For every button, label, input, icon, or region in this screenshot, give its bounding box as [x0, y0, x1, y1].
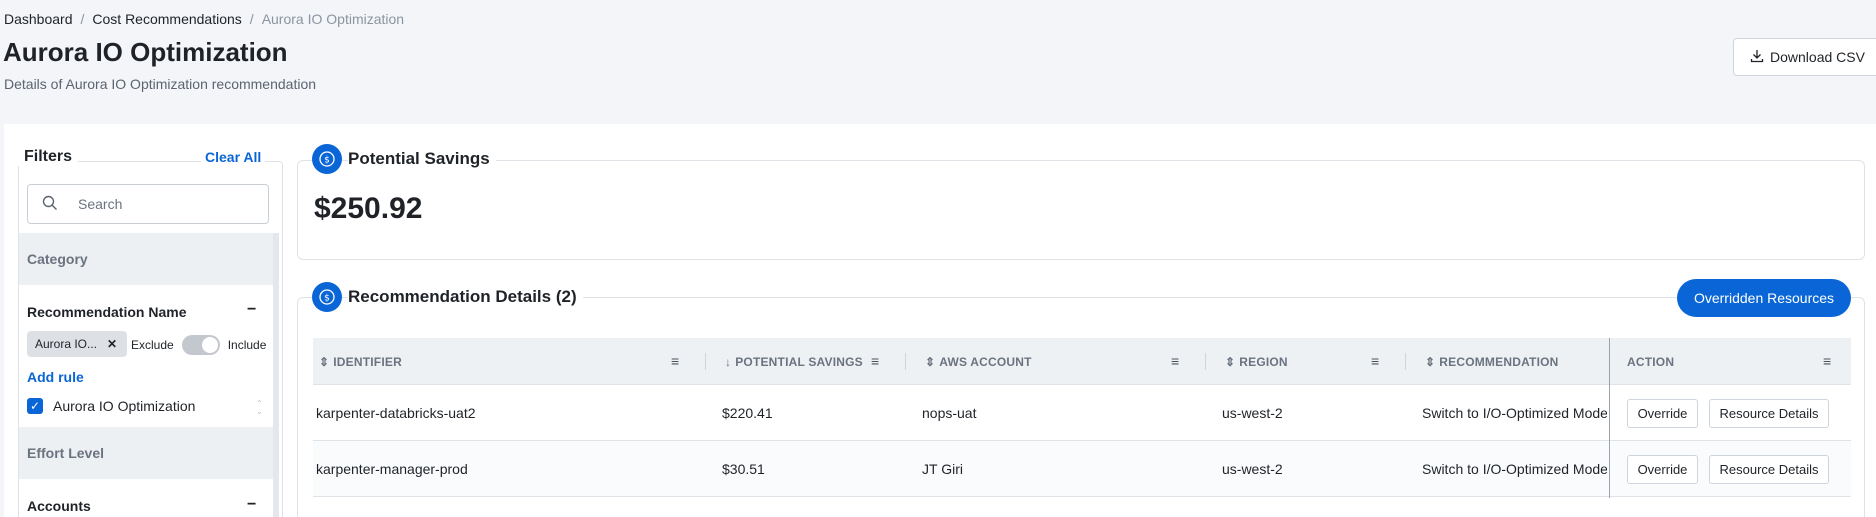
- filters-title: Filters: [18, 148, 79, 166]
- filters-scrollbar[interactable]: [273, 233, 279, 517]
- recommendation-details-title: Recommendation Details (2): [348, 287, 583, 307]
- dollar-icon: $: [312, 282, 342, 312]
- effort-level-section[interactable]: Effort Level: [19, 427, 277, 479]
- column-header-aws-account[interactable]: ⇕ AWS ACCOUNT: [925, 338, 1032, 385]
- sort-icon[interactable]: ⇕: [319, 355, 329, 369]
- column-menu-icon[interactable]: ≡: [1823, 353, 1831, 369]
- include-exclude-toggle[interactable]: [181, 335, 220, 355]
- sort-desc-icon[interactable]: ↓: [725, 355, 731, 369]
- chip-label: Aurora IO...: [35, 337, 98, 351]
- drag-handle-icon: ⌃ ⌄: [256, 399, 263, 416]
- cell-region: us-west-2: [1222, 405, 1283, 421]
- breadcrumb-separator: /: [249, 11, 254, 27]
- checkbox-checked-icon[interactable]: ✓: [27, 398, 43, 414]
- sort-icon[interactable]: ⇕: [925, 355, 935, 369]
- column-header-identifier[interactable]: ⇕ IDENTIFIER: [319, 338, 402, 385]
- download-csv-button[interactable]: Download CSV: [1733, 38, 1876, 76]
- override-button[interactable]: Override: [1627, 399, 1698, 428]
- column-header-recommendation[interactable]: ⇕ RECOMMENDATION: [1425, 338, 1559, 385]
- exclude-label: Exclude: [131, 338, 174, 352]
- table-row: karpenter-databricks-uat2 $220.41 nops-u…: [313, 385, 1851, 441]
- table-row: karpenter-manager-prod $30.51 JT Giri us…: [313, 441, 1851, 497]
- cell-potential-savings: $220.41: [722, 405, 773, 421]
- column-menu-icon[interactable]: ≡: [1371, 353, 1379, 369]
- collapse-recommendation-name-icon[interactable]: −: [247, 301, 256, 319]
- clear-all-button[interactable]: Clear All: [201, 149, 266, 165]
- include-exclude-toggle-row: Exclude Include: [131, 335, 266, 355]
- sort-icon[interactable]: ⇕: [1225, 355, 1235, 369]
- cell-aws-account: nops-uat: [922, 405, 977, 421]
- aurora-io-option-label: Aurora IO Optimization: [53, 398, 196, 414]
- breadcrumb-separator: /: [80, 11, 85, 27]
- include-label: Include: [227, 338, 267, 352]
- recommendation-name-title: Recommendation Name: [27, 304, 187, 320]
- potential-savings-card: [297, 160, 1865, 260]
- page-subtitle: Details of Aurora IO Optimization recomm…: [4, 76, 317, 92]
- svg-text:$: $: [324, 156, 330, 166]
- column-separator: [705, 353, 706, 370]
- column-separator: [905, 353, 906, 370]
- download-csv-label: Download CSV: [1770, 49, 1865, 65]
- table-header: ⇕ IDENTIFIER ≡ ↓ POTENTIAL SAVINGS ≡ ⇕ AWS …: [313, 338, 1851, 385]
- collapse-accounts-icon[interactable]: −: [247, 496, 256, 514]
- column-menu-icon[interactable]: ≡: [1171, 353, 1179, 369]
- potential-savings-value: $250.92: [314, 192, 423, 225]
- breadcrumb-cost-recommendations[interactable]: Cost Recommendations: [92, 11, 241, 27]
- pinned-column-divider: [1609, 338, 1610, 498]
- recommendation-filter-chip: Aurora IO... ✕: [27, 331, 127, 357]
- cell-identifier: karpenter-databricks-uat2: [316, 405, 476, 421]
- column-menu-icon[interactable]: ≡: [871, 353, 879, 369]
- cell-identifier: karpenter-manager-prod: [316, 461, 468, 477]
- overridden-resources-button[interactable]: Overridden Resources: [1677, 279, 1851, 317]
- breadcrumb-dashboard[interactable]: Dashboard: [4, 11, 73, 27]
- resource-details-button[interactable]: Resource Details: [1709, 399, 1829, 428]
- cell-potential-savings: $30.51: [722, 461, 765, 477]
- breadcrumb: Dashboard / Cost Recommendations / Auror…: [4, 11, 404, 27]
- column-header-region[interactable]: ⇕ REGION: [1225, 338, 1288, 385]
- cell-recommendation: Switch to I/O-Optimized Mode: [1422, 461, 1607, 477]
- column-separator: [1405, 353, 1406, 370]
- sort-icon[interactable]: ⇕: [1425, 355, 1435, 369]
- search-icon: [42, 195, 58, 214]
- page-title: Aurora IO Optimization: [3, 37, 288, 67]
- accounts-title: Accounts: [27, 498, 91, 514]
- column-separator: [1205, 353, 1206, 370]
- column-header-potential-savings[interactable]: ↓ POTENTIAL SAVINGS: [725, 338, 863, 385]
- category-section[interactable]: Category: [19, 233, 277, 285]
- potential-savings-title: Potential Savings: [348, 149, 496, 169]
- svg-text:$: $: [324, 294, 330, 304]
- cell-region: us-west-2: [1222, 461, 1283, 477]
- column-menu-icon[interactable]: ≡: [671, 353, 679, 369]
- filter-search-field[interactable]: Search: [27, 184, 269, 224]
- cell-aws-account: JT Giri: [922, 461, 963, 477]
- dollar-icon: $: [312, 144, 342, 174]
- aurora-io-option[interactable]: ✓ Aurora IO Optimization: [27, 398, 195, 414]
- column-header-action: ACTION: [1627, 354, 1675, 369]
- breadcrumb-current: Aurora IO Optimization: [261, 11, 405, 27]
- download-icon: [1750, 49, 1764, 66]
- cell-recommendation: Switch to I/O-Optimized Mode: [1422, 405, 1607, 421]
- resource-details-button[interactable]: Resource Details: [1709, 455, 1829, 484]
- add-rule-link[interactable]: Add rule: [27, 369, 84, 385]
- override-button[interactable]: Override: [1627, 455, 1698, 484]
- toggle-knob: [201, 337, 218, 353]
- search-input[interactable]: Search: [78, 196, 122, 212]
- chip-remove-icon[interactable]: ✕: [107, 337, 117, 351]
